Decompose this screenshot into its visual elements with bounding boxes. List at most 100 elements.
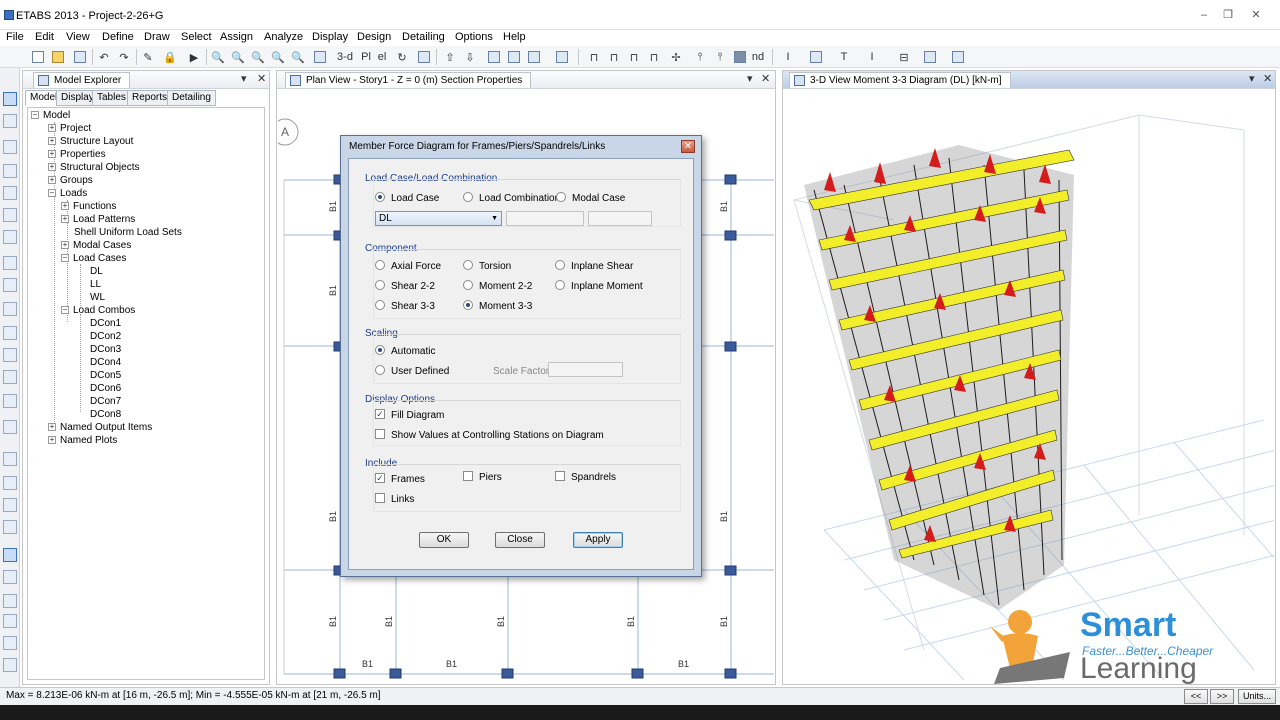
units-button[interactable]: Units... xyxy=(1238,689,1276,704)
radio-load-combination[interactable]: Load Combination xyxy=(463,192,560,205)
pan-icon[interactable] xyxy=(312,49,328,65)
apply-button[interactable]: Apply xyxy=(573,532,623,548)
panel-close-icon[interactable]: ✕ xyxy=(257,72,266,85)
set-building-view-icon[interactable] xyxy=(526,49,542,65)
menu-view[interactable]: View xyxy=(66,31,90,43)
view-3d-button[interactable]: 3-d xyxy=(336,49,354,65)
radio-inplane-shear[interactable]: Inplane Shear xyxy=(555,260,633,273)
checkbox-fill-diagram[interactable]: ✓ Fill Diagram xyxy=(375,409,444,422)
undo-icon[interactable]: ↶ xyxy=(96,49,112,65)
pointer-tool-icon[interactable] xyxy=(3,92,17,106)
radio-torsion[interactable]: Torsion xyxy=(463,260,511,273)
panel-dropdown-icon[interactable]: ▾ xyxy=(241,72,247,85)
radio-shear-3-3[interactable]: Shear 3-3 xyxy=(375,300,435,313)
tree-node-dcon2[interactable]: DCon2 xyxy=(90,330,121,343)
dialog-close-icon[interactable]: ✕ xyxy=(681,140,695,153)
reshape-tool-icon[interactable] xyxy=(3,114,17,128)
tree-node-functions[interactable]: + Functions xyxy=(61,200,116,213)
draw-grid-tool-icon[interactable] xyxy=(3,420,17,434)
view-elevation-button[interactable]: el xyxy=(374,49,390,65)
section-icon[interactable]: I xyxy=(780,49,796,65)
draw-frame-icon[interactable]: ⊓ xyxy=(586,49,602,65)
show-undeformed-icon[interactable] xyxy=(554,49,570,65)
tree-node-load-cases[interactable]: − Load Cases xyxy=(61,252,126,265)
checkbox-frames[interactable]: ✓ Frames xyxy=(375,473,425,486)
minimize-icon[interactable]: – xyxy=(1196,8,1212,22)
view3d-tab[interactable]: 3-D View Moment 3-3 Diagram (DL) [kN-m] xyxy=(789,72,1011,88)
draw-joint-icon[interactable]: ✢ xyxy=(668,49,684,65)
snap-fine-grid-icon[interactable] xyxy=(3,658,17,672)
draw-area-tool-icon[interactable] xyxy=(3,370,17,384)
intersect-tool-icon[interactable] xyxy=(3,520,17,534)
menu-design[interactable]: Design xyxy=(357,31,391,43)
draw-joint-tool-icon[interactable] xyxy=(3,140,17,154)
radio-moment-2-2[interactable]: Moment 2-2 xyxy=(463,280,532,293)
perspective-icon[interactable] xyxy=(416,49,432,65)
radio-shear-2-2[interactable]: Shear 2-2 xyxy=(375,280,435,293)
menu-draw[interactable]: Draw xyxy=(144,31,170,43)
menu-select[interactable]: Select xyxy=(181,31,212,43)
tree-node-dcon7[interactable]: DCon7 xyxy=(90,395,121,408)
radio-modal-case[interactable]: Modal Case xyxy=(556,192,625,205)
draw-column-icon[interactable]: ⊓ xyxy=(606,49,622,65)
menu-options[interactable]: Options xyxy=(455,31,493,43)
draw-wall-tool-icon[interactable] xyxy=(3,278,17,292)
draw-column-tool-icon[interactable] xyxy=(3,186,17,200)
snap-midpoint-icon[interactable] xyxy=(3,570,17,584)
radio-load-case[interactable]: Load Case xyxy=(375,192,439,205)
tree-node-ll[interactable]: LL xyxy=(90,278,101,291)
tree-node-dl[interactable]: DL xyxy=(90,265,103,278)
model-explorer-tab[interactable]: Model Explorer xyxy=(33,72,131,88)
tree-node-named-plots[interactable]: + Named Plots xyxy=(48,434,117,447)
tree-node-model[interactable]: − Model xyxy=(31,109,70,122)
tree-node-load-patterns[interactable]: + Load Patterns xyxy=(61,213,135,226)
tree-node-load-combos[interactable]: − Load Combos xyxy=(61,304,135,317)
close-button[interactable]: Close xyxy=(495,532,545,548)
object-shrink-icon[interactable] xyxy=(486,49,502,65)
draw-beam-tool-icon[interactable] xyxy=(3,208,17,222)
draw-link-icon[interactable]: ⫯ xyxy=(692,49,708,65)
radio-automatic[interactable]: Automatic xyxy=(375,345,435,358)
snap-intersection-icon[interactable] xyxy=(3,594,17,608)
menu-display[interactable]: Display xyxy=(312,31,348,43)
menu-assign[interactable]: Assign xyxy=(220,31,253,43)
save-icon[interactable] xyxy=(72,49,88,65)
panel-close-icon[interactable]: ✕ xyxy=(1263,72,1272,85)
move-up-icon[interactable]: ⇧ xyxy=(442,49,458,65)
zoom-out-icon[interactable]: 🔍 xyxy=(290,49,306,65)
refresh-icon[interactable]: ✎ xyxy=(140,49,156,65)
ok-button[interactable]: OK xyxy=(419,532,469,548)
plan-view-tab[interactable]: Plan View - Story1 - Z = 0 (m) Section P… xyxy=(285,72,532,88)
draw-brace-icon[interactable]: ⊓ xyxy=(646,49,662,65)
lock-icon[interactable]: 🔒 xyxy=(162,49,178,65)
display-force-icon[interactable]: I xyxy=(864,49,880,65)
draw-node-button[interactable]: nd xyxy=(750,49,766,65)
tree-node-properties[interactable]: + Properties xyxy=(48,148,106,161)
zoom-restore-icon[interactable]: 🔍 xyxy=(230,49,246,65)
checkbox-links[interactable]: Links xyxy=(375,493,414,506)
tree-node-groups[interactable]: + Groups xyxy=(48,174,93,187)
draw-beam-icon[interactable]: ⊓ xyxy=(626,49,642,65)
tree-node-named-output-items[interactable]: + Named Output Items xyxy=(48,421,152,434)
restore-icon[interactable]: ❐ xyxy=(1220,8,1236,22)
checkbox-show-values[interactable]: Show Values at Controlling Stations on D… xyxy=(375,429,604,442)
close-icon[interactable]: ✕ xyxy=(1248,8,1264,22)
tree-node-project[interactable]: + Project xyxy=(48,122,91,135)
tab-tables[interactable]: Tables xyxy=(92,90,131,106)
draw-wall-icon[interactable]: ⫯ xyxy=(712,49,728,65)
menu-analyze[interactable]: Analyze xyxy=(264,31,303,43)
snap-line-icon[interactable] xyxy=(3,636,17,650)
draw-link-tool-icon[interactable] xyxy=(3,394,17,408)
previous-button[interactable]: << xyxy=(1184,689,1208,704)
snap-tool-icon[interactable] xyxy=(3,548,17,562)
select-all-tool-icon[interactable] xyxy=(3,452,17,466)
run-analysis-icon[interactable]: ▶ xyxy=(186,49,202,65)
tree-node-dcon6[interactable]: DCon6 xyxy=(90,382,121,395)
next-button[interactable]: >> xyxy=(1210,689,1234,704)
load-case-dropdown[interactable]: DL ▼ xyxy=(375,211,502,226)
new-model-icon[interactable] xyxy=(30,49,46,65)
redo-icon[interactable]: ↷ xyxy=(116,49,132,65)
menu-edit[interactable]: Edit xyxy=(35,31,54,43)
draw-brace-tool-icon[interactable] xyxy=(3,230,17,244)
checkbox-piers[interactable]: Piers xyxy=(463,471,502,484)
